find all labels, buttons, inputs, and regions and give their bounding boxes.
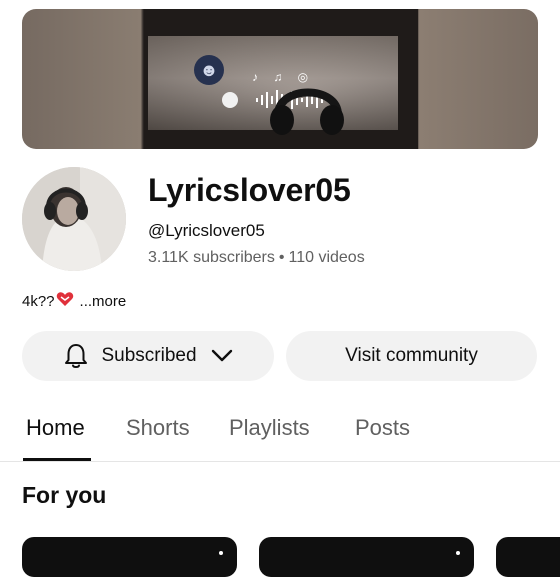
subscriber-count: 3.11K subscribers — [148, 249, 275, 266]
more-vert-icon[interactable] — [219, 551, 223, 555]
video-card[interactable] — [496, 537, 560, 577]
bell-icon — [63, 342, 89, 370]
channel-tabs: Home Shorts Playlists Posts — [0, 410, 560, 462]
headphones-image — [270, 88, 344, 135]
smiley-icon: ☻ — [194, 55, 224, 85]
spotify-icon — [222, 92, 238, 108]
video-card[interactable] — [22, 537, 237, 577]
channel-name: Lyricslover05 — [148, 172, 351, 208]
video-count: 110 videos — [288, 249, 365, 266]
tabs-divider — [0, 461, 560, 462]
channel-description[interactable]: 4k?? ...more — [22, 291, 126, 311]
description-text: 4k?? — [22, 292, 55, 310]
more-vert-icon[interactable] — [456, 551, 460, 555]
channel-handle: @Lyricslover05 — [148, 221, 265, 240]
channel-avatar[interactable] — [22, 167, 126, 271]
channel-stats: 3.11K subscribers • 110 videos — [148, 249, 365, 267]
separator-dot: • — [278, 249, 285, 266]
section-title: For you — [22, 482, 107, 508]
tab-shorts[interactable]: Shorts — [126, 415, 190, 441]
subscribed-label: Subscribed — [101, 345, 197, 366]
video-card[interactable] — [259, 537, 474, 577]
heart-icon — [56, 291, 74, 311]
subscribed-button[interactable]: Subscribed — [22, 331, 274, 381]
more-link[interactable]: ...more — [80, 293, 127, 310]
tab-playlists[interactable]: Playlists — [229, 415, 310, 441]
avatar-image — [22, 167, 126, 271]
tab-home[interactable]: Home — [26, 415, 85, 441]
visit-community-label: Visit community — [345, 345, 478, 366]
chevron-down-icon — [211, 349, 233, 363]
tab-posts[interactable]: Posts — [355, 415, 410, 441]
visit-community-button[interactable]: Visit community — [286, 331, 537, 381]
